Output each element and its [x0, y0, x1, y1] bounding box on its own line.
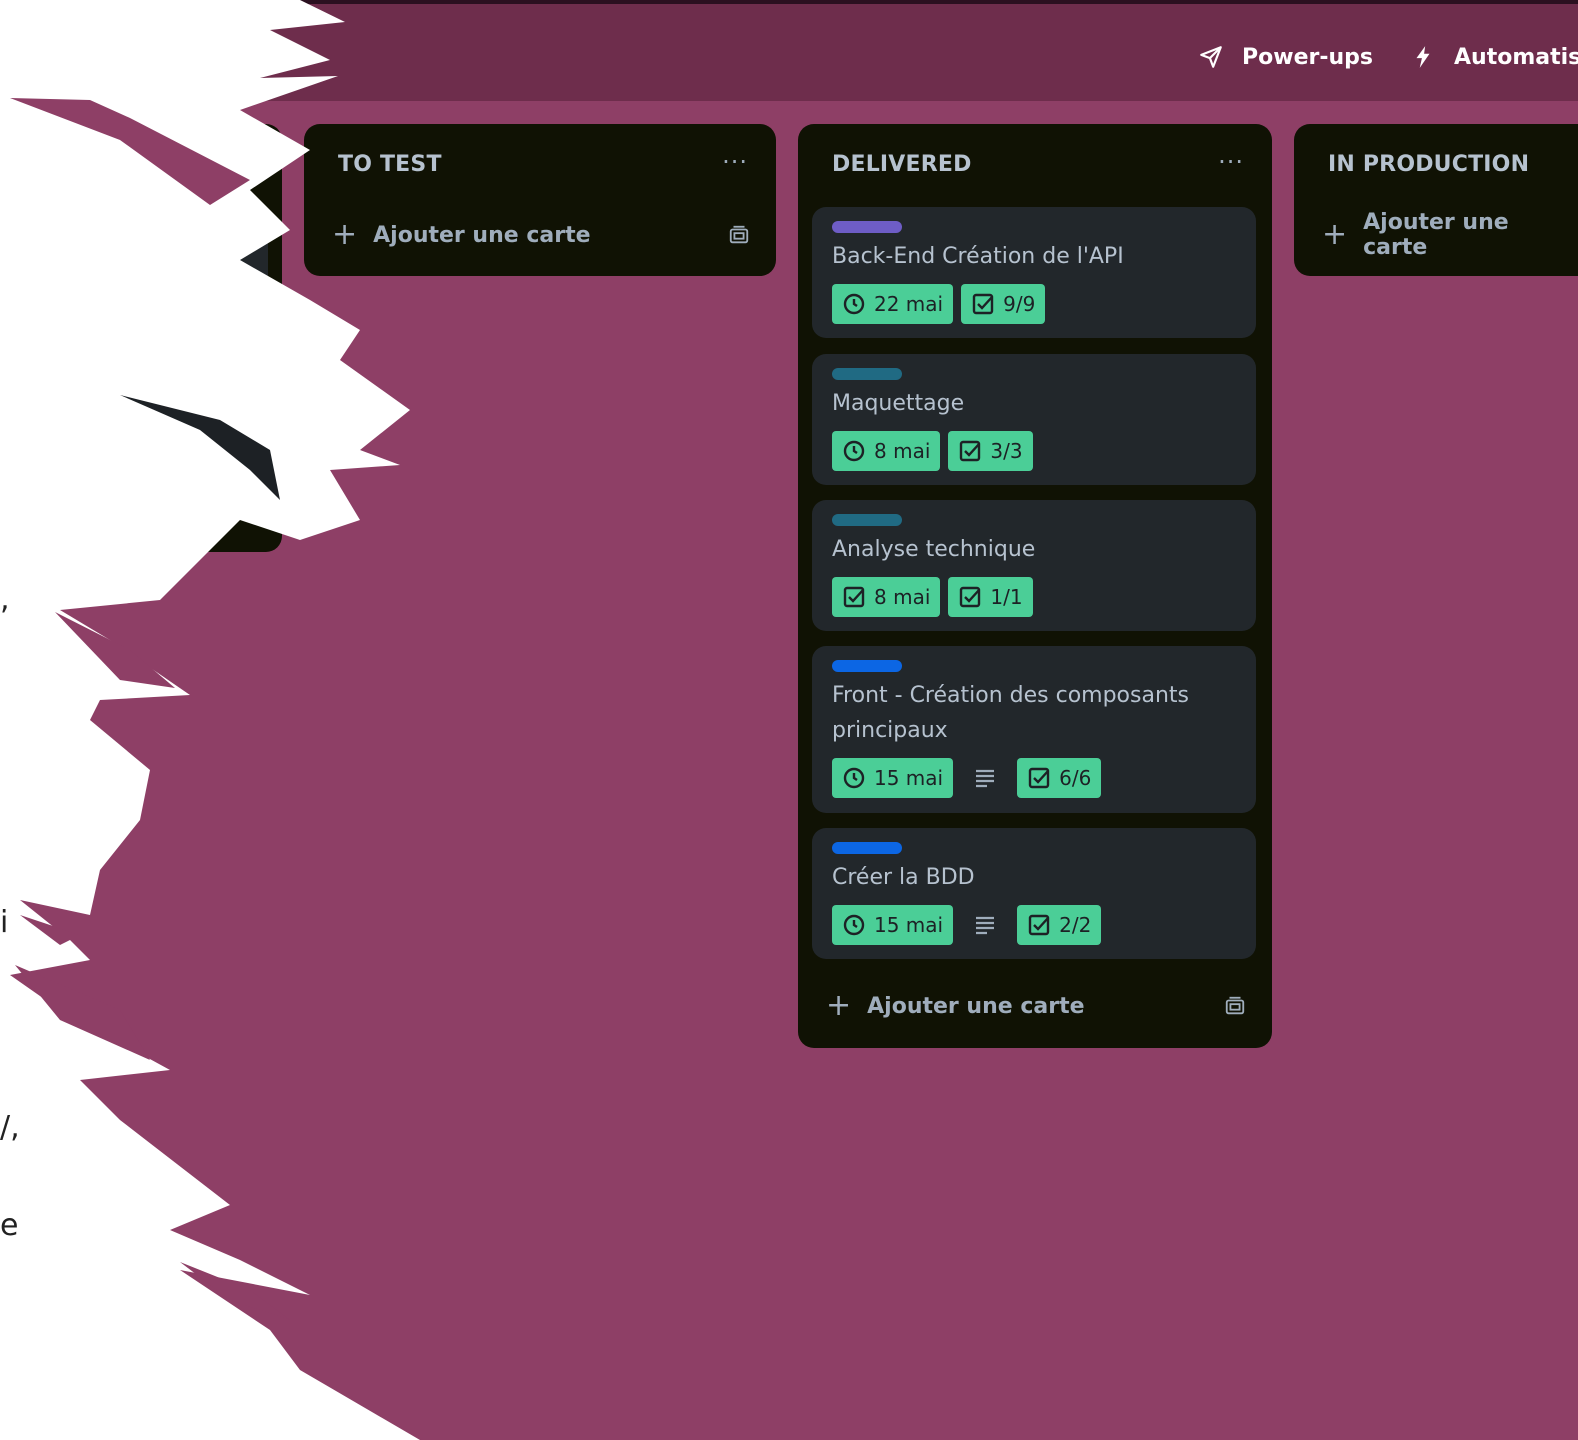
- due-date-text: 8 mai: [874, 585, 931, 609]
- clock-icon: [843, 293, 865, 315]
- check-square-icon: [1028, 914, 1050, 936]
- card-maquettage[interactable]: Maquettage 8 mai 3/3: [812, 354, 1256, 485]
- checklist-count: 6/6: [1059, 766, 1092, 790]
- list-menu-button[interactable]: ···: [722, 148, 748, 176]
- check-square-icon: [1028, 767, 1050, 789]
- automation-button[interactable]: Automatisa: [1410, 42, 1578, 72]
- card-title: Front - Création des composants principa…: [832, 683, 1189, 743]
- edge-text-fragment: e: [0, 1208, 19, 1243]
- card-front-composants[interactable]: Front - Création des composants principa…: [812, 646, 1256, 813]
- clock-icon: [843, 914, 865, 936]
- card-title: Back-End Création de l'API: [832, 244, 1124, 269]
- card-title: Maquettage: [832, 391, 965, 416]
- card-label[interactable]: [832, 221, 902, 233]
- checklist-badge: 1/1: [948, 577, 1033, 617]
- paint-splash-decoration: [0, 0, 420, 1440]
- add-card-label: Ajouter une carte: [867, 993, 1085, 1019]
- checklist-count: 1/1: [990, 585, 1023, 609]
- card-back-end-api[interactable]: Back-End Création de l'API 22 mai 9/9: [812, 207, 1256, 338]
- card-label[interactable]: [832, 660, 902, 672]
- checklist-count: 3/3: [990, 439, 1023, 463]
- card-creer-bdd[interactable]: Créer la BDD 15 mai 2/2: [812, 828, 1256, 959]
- plus-icon: +: [1322, 217, 1348, 252]
- due-date-text: 22 mai: [874, 292, 944, 316]
- card-label[interactable]: [832, 842, 902, 854]
- card-template-icon[interactable]: [728, 224, 750, 246]
- card-template-icon[interactable]: [1224, 995, 1246, 1017]
- card-analyse-technique[interactable]: Analyse technique 8 mai 1/1: [812, 500, 1256, 631]
- card-title: Créer la BDD: [832, 865, 975, 890]
- card-title: Analyse technique: [832, 537, 1036, 562]
- list-title[interactable]: DELIVERED: [832, 152, 972, 177]
- due-date-badge[interactable]: 8 mai: [832, 431, 941, 471]
- checklist-badge: 3/3: [948, 431, 1033, 471]
- due-date-badge[interactable]: 15 mai: [832, 905, 954, 945]
- checklist-badge: 2/2: [1017, 905, 1102, 945]
- card-label[interactable]: [832, 368, 902, 380]
- automation-label: Automatisa: [1454, 44, 1578, 70]
- checklist-count: 9/9: [1003, 292, 1036, 316]
- check-square-icon: [960, 440, 981, 462]
- due-date-text: 15 mai: [874, 766, 944, 790]
- list-delivered: DELIVERED ··· Back-End Création de l'API…: [798, 124, 1272, 1048]
- checklist-badge: 9/9: [961, 284, 1046, 324]
- check-square-icon: [843, 586, 865, 608]
- add-card-button[interactable]: + Ajouter une carte: [1322, 210, 1568, 260]
- checklist-count: 2/2: [1059, 913, 1092, 937]
- check-square-icon: [960, 586, 981, 608]
- checklist-badge: 6/6: [1017, 758, 1102, 798]
- card-label[interactable]: [832, 514, 902, 526]
- add-card-label: Ajouter une carte: [1363, 210, 1509, 260]
- due-date-badge[interactable]: 8 mai: [832, 577, 941, 617]
- powerups-label: Power-ups: [1242, 44, 1373, 70]
- description-icon: [976, 916, 995, 935]
- list-title[interactable]: IN PRODUCTION: [1328, 152, 1529, 177]
- list-menu-button[interactable]: ···: [1218, 148, 1244, 176]
- clock-icon: [843, 767, 865, 789]
- edge-text-fragment: ,: [0, 582, 10, 617]
- due-date-text: 8 mai: [874, 439, 931, 463]
- check-square-icon: [972, 293, 994, 315]
- due-date-badge[interactable]: 15 mai: [832, 758, 954, 798]
- edge-text-fragment: /,: [0, 1110, 20, 1145]
- due-date-badge[interactable]: 22 mai: [832, 284, 954, 324]
- rocket-icon: [1200, 46, 1222, 68]
- powerups-button[interactable]: Power-ups: [1198, 42, 1373, 72]
- add-card-button[interactable]: + Ajouter une carte: [826, 988, 1246, 1024]
- lightning-icon: [1416, 46, 1430, 68]
- edge-text-fragment: i: [0, 905, 9, 940]
- due-date-text: 15 mai: [874, 913, 944, 937]
- plus-icon: +: [826, 988, 852, 1023]
- description-icon: [976, 769, 995, 788]
- list-in-production: IN PRODUCTION + Ajouter une carte: [1294, 124, 1578, 276]
- clock-icon: [843, 440, 865, 462]
